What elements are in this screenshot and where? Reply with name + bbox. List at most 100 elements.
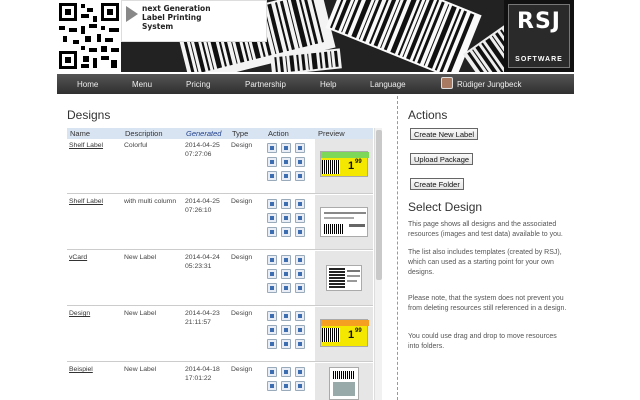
delete-icon[interactable]	[281, 269, 291, 279]
edit-icon[interactable]	[295, 255, 305, 265]
nav-home[interactable]: Home	[77, 80, 98, 89]
copy-icon[interactable]	[281, 171, 291, 181]
nav-help[interactable]: Help	[320, 80, 336, 89]
nav-partnership[interactable]: Partnership	[245, 80, 286, 89]
create-new-label-button[interactable]: Create New Label	[410, 128, 479, 140]
refresh-icon[interactable]	[267, 381, 277, 391]
table-row[interactable]: vCard New Label 2014-04-24 05:23:31 Desi…	[67, 251, 373, 306]
select-design-heading: Select Design	[408, 200, 483, 214]
nav-menu[interactable]: Menu	[132, 80, 152, 89]
print-icon[interactable]	[267, 311, 277, 321]
refresh-icon[interactable]	[267, 325, 277, 335]
nav-pricing[interactable]: Pricing	[186, 80, 210, 89]
avatar[interactable]	[441, 77, 453, 89]
edit-icon[interactable]	[295, 367, 305, 377]
header-banner: next Generation Label Printing System RS…	[57, 0, 574, 72]
preview-barcode	[324, 224, 344, 234]
nav-user-name[interactable]: Rüdiger Jungbeck	[457, 80, 521, 89]
copy-icon[interactable]	[281, 339, 291, 349]
user-icon[interactable]	[267, 171, 277, 181]
copy-icon[interactable]	[281, 283, 291, 293]
design-name[interactable]: Shelf Label	[69, 197, 103, 207]
column-divider	[397, 96, 398, 400]
user-icon[interactable]	[267, 227, 277, 237]
delete-icon[interactable]	[281, 157, 291, 167]
label-preview-image[interactable]: 1 99	[320, 151, 369, 177]
label-preview-image[interactable]	[326, 265, 362, 291]
col-preview: Preview	[318, 129, 345, 138]
preview-qr	[329, 268, 345, 288]
design-name[interactable]: Beispiel	[69, 365, 93, 375]
create-folder-button[interactable]: Create Folder	[410, 178, 464, 190]
label-preview-image[interactable]: 1 99	[320, 319, 369, 347]
rename-icon[interactable]	[295, 381, 305, 391]
rename-icon[interactable]	[295, 213, 305, 223]
folder-icon[interactable]	[295, 283, 305, 293]
preview-line	[349, 224, 365, 227]
design-name[interactable]: Shelf Label	[69, 141, 103, 151]
refresh-icon[interactable]	[267, 213, 277, 223]
table-scrollbar[interactable]	[374, 128, 382, 400]
design-description: Colorful	[124, 142, 148, 149]
actions-heading: Actions	[408, 108, 448, 122]
col-name[interactable]: Name	[70, 129, 90, 138]
col-description[interactable]: Description	[125, 129, 163, 138]
logo-subtext: SOFTWARE	[515, 56, 563, 63]
col-type[interactable]: Type	[232, 129, 248, 138]
preview-line	[347, 275, 360, 277]
help-paragraph-2: The list also includes templates (create…	[408, 249, 562, 276]
folder-icon[interactable]	[295, 227, 305, 237]
download-icon[interactable]	[281, 367, 291, 377]
download-icon[interactable]	[281, 143, 291, 153]
nav-language[interactable]: Language	[370, 80, 406, 89]
delete-icon[interactable]	[281, 213, 291, 223]
table-row[interactable]: 1 99 Shelf Label Colorful 2014-04-25 07:…	[67, 139, 373, 194]
user-icon[interactable]	[267, 283, 277, 293]
folder-icon[interactable]	[295, 339, 305, 349]
folder-icon[interactable]	[295, 171, 305, 181]
col-generated[interactable]: Generated	[186, 129, 221, 138]
design-name[interactable]: vCard	[69, 253, 87, 263]
preview-price-sup: 99	[355, 328, 362, 334]
preview-cell: 1 99	[315, 139, 373, 193]
col-action: Action	[268, 129, 289, 138]
edit-icon[interactable]	[295, 143, 305, 153]
print-icon[interactable]	[267, 143, 277, 153]
copy-icon[interactable]	[281, 227, 291, 237]
rename-icon[interactable]	[295, 325, 305, 335]
download-icon[interactable]	[281, 311, 291, 321]
preview-photo	[333, 382, 355, 396]
print-icon[interactable]	[267, 199, 277, 209]
preview-barcode	[322, 160, 340, 174]
refresh-icon[interactable]	[267, 269, 277, 279]
print-icon[interactable]	[267, 367, 277, 377]
design-type: Design	[231, 254, 253, 261]
generated-time: 07:27:06	[185, 151, 212, 158]
table-header: Name Description Generated Type Action P…	[67, 128, 373, 139]
print-icon[interactable]	[267, 255, 277, 265]
design-type: Design	[231, 310, 253, 317]
download-icon[interactable]	[281, 199, 291, 209]
label-preview-image[interactable]	[320, 207, 368, 237]
delete-icon[interactable]	[281, 325, 291, 335]
upload-package-button[interactable]: Upload Package	[410, 153, 474, 165]
scrollbar-thumb[interactable]	[376, 130, 382, 280]
table-row[interactable]: Shelf Label with multi column 2014-04-25…	[67, 195, 373, 250]
delete-icon[interactable]	[281, 381, 291, 391]
help-paragraph-1: This page shows all designs and the asso…	[408, 221, 563, 238]
label-preview-image[interactable]	[329, 367, 359, 400]
edit-icon[interactable]	[295, 311, 305, 321]
refresh-icon[interactable]	[267, 157, 277, 167]
rename-icon[interactable]	[295, 157, 305, 167]
table-row[interactable]: Beispiel New Label 2014-04-18 17:01:22 D…	[67, 363, 373, 400]
user-icon[interactable]	[267, 339, 277, 349]
generated-time: 21:11:57	[185, 319, 211, 326]
design-name[interactable]: Design	[69, 309, 90, 319]
download-icon[interactable]	[281, 255, 291, 265]
table-row[interactable]: 1 99 Design New Label 2014-04-23 21:11:5…	[67, 307, 373, 362]
rename-icon[interactable]	[295, 269, 305, 279]
main-nav: Home Menu Pricing Partnership Help Langu…	[57, 74, 574, 94]
design-description: New Label	[124, 310, 157, 317]
edit-icon[interactable]	[295, 199, 305, 209]
preview-banner	[321, 152, 369, 158]
